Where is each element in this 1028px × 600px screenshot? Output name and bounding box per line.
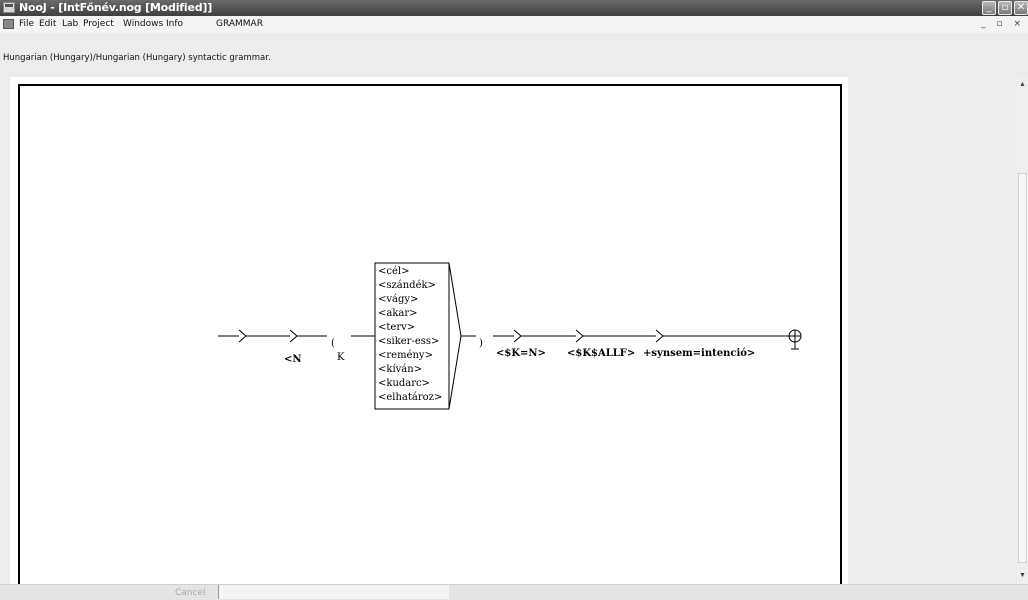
grammar-graph[interactable]: ( K ) <N <cél> <szándék> <vágy> <akar> <… bbox=[0, 0, 1028, 599]
output-k-allf[interactable]: <$K$ALLF> bbox=[567, 348, 635, 359]
scroll-thumb[interactable] bbox=[1018, 173, 1027, 563]
close-paren[interactable]: ) bbox=[479, 338, 483, 349]
box-entry-szandek[interactable]: <szándék> bbox=[378, 280, 436, 291]
box-entry-siker-ess[interactable]: <siker-ess> bbox=[378, 336, 439, 347]
vertical-scrollbar[interactable]: ▲ ▼ bbox=[1017, 78, 1028, 584]
box-entry-elhataroz[interactable]: <elhatároz> bbox=[378, 392, 442, 403]
box-entry-vagy[interactable]: <vágy> bbox=[378, 294, 418, 305]
box-entry-terv[interactable]: <terv> bbox=[378, 322, 415, 333]
scroll-down-icon[interactable]: ▼ bbox=[1018, 571, 1027, 581]
status-bar: Cancel bbox=[0, 584, 1028, 600]
node-n-output[interactable]: <N bbox=[284, 354, 302, 365]
progress-bar bbox=[218, 585, 449, 599]
cancel-button[interactable]: Cancel bbox=[175, 588, 206, 598]
box-entry-kivan[interactable]: <kíván> bbox=[378, 364, 422, 375]
output-k-n[interactable]: <$K=N> bbox=[496, 348, 546, 359]
scroll-up-icon[interactable]: ▲ bbox=[1018, 80, 1027, 90]
open-paren-label: K bbox=[337, 352, 345, 363]
box-entry-remeny[interactable]: <remény> bbox=[378, 350, 433, 361]
box-entry-cel[interactable]: <cél> bbox=[378, 266, 409, 277]
output-synsem[interactable]: +synsem=intenció> bbox=[643, 348, 755, 359]
box-entry-kudarc[interactable]: <kudarc> bbox=[378, 378, 430, 389]
box-entry-akar[interactable]: <akar> bbox=[378, 308, 418, 319]
open-paren[interactable]: ( bbox=[331, 338, 335, 349]
